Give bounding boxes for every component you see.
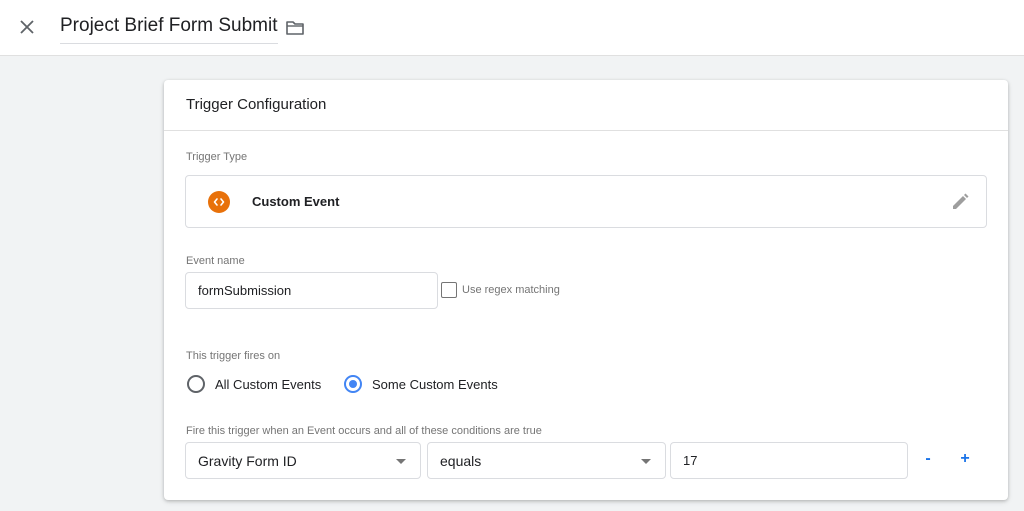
- trigger-type-label: Trigger Type: [186, 151, 248, 163]
- condition-variable-select[interactable]: Gravity Form ID: [185, 442, 421, 479]
- radio-all-custom-events[interactable]: [187, 375, 205, 393]
- chevron-down-icon: [641, 459, 651, 464]
- custom-event-icon: [208, 191, 230, 213]
- condition-operator-select[interactable]: equals: [427, 442, 666, 479]
- card-title: Trigger Configuration: [164, 80, 1008, 131]
- close-icon: [20, 20, 34, 34]
- pencil-icon[interactable]: [950, 192, 970, 212]
- condition-operator-value: equals: [440, 453, 482, 469]
- trigger-name-title[interactable]: Project Brief Form Submit: [60, 14, 278, 44]
- close-button[interactable]: [14, 14, 40, 40]
- trigger-type-value: Custom Event: [252, 194, 340, 209]
- top-bar: Project Brief Form Submit: [0, 0, 1024, 56]
- condition-variable-value: Gravity Form ID: [198, 453, 297, 469]
- chevron-down-icon: [396, 459, 406, 464]
- radio-some-custom-events-label[interactable]: Some Custom Events: [372, 377, 498, 392]
- conditions-label: Fire this trigger when an Event occurs a…: [186, 425, 542, 437]
- radio-all-custom-events-label[interactable]: All Custom Events: [215, 377, 321, 392]
- remove-condition-button[interactable]: -: [918, 450, 938, 468]
- trigger-type-selector[interactable]: Custom Event: [185, 175, 987, 228]
- condition-value-input[interactable]: [670, 442, 908, 479]
- folder-button[interactable]: [284, 17, 306, 39]
- fires-on-label: This trigger fires on: [186, 350, 281, 362]
- regex-checkbox[interactable]: [441, 282, 457, 298]
- event-name-input[interactable]: [185, 272, 438, 309]
- trigger-configuration-card: Trigger Configuration Trigger Type Custo…: [164, 80, 1008, 500]
- regex-checkbox-label: Use regex matching: [462, 284, 560, 296]
- add-condition-button[interactable]: +: [955, 450, 975, 468]
- radio-some-custom-events[interactable]: [344, 375, 362, 393]
- event-name-label: Event name: [186, 255, 245, 267]
- folder-icon: [286, 21, 304, 35]
